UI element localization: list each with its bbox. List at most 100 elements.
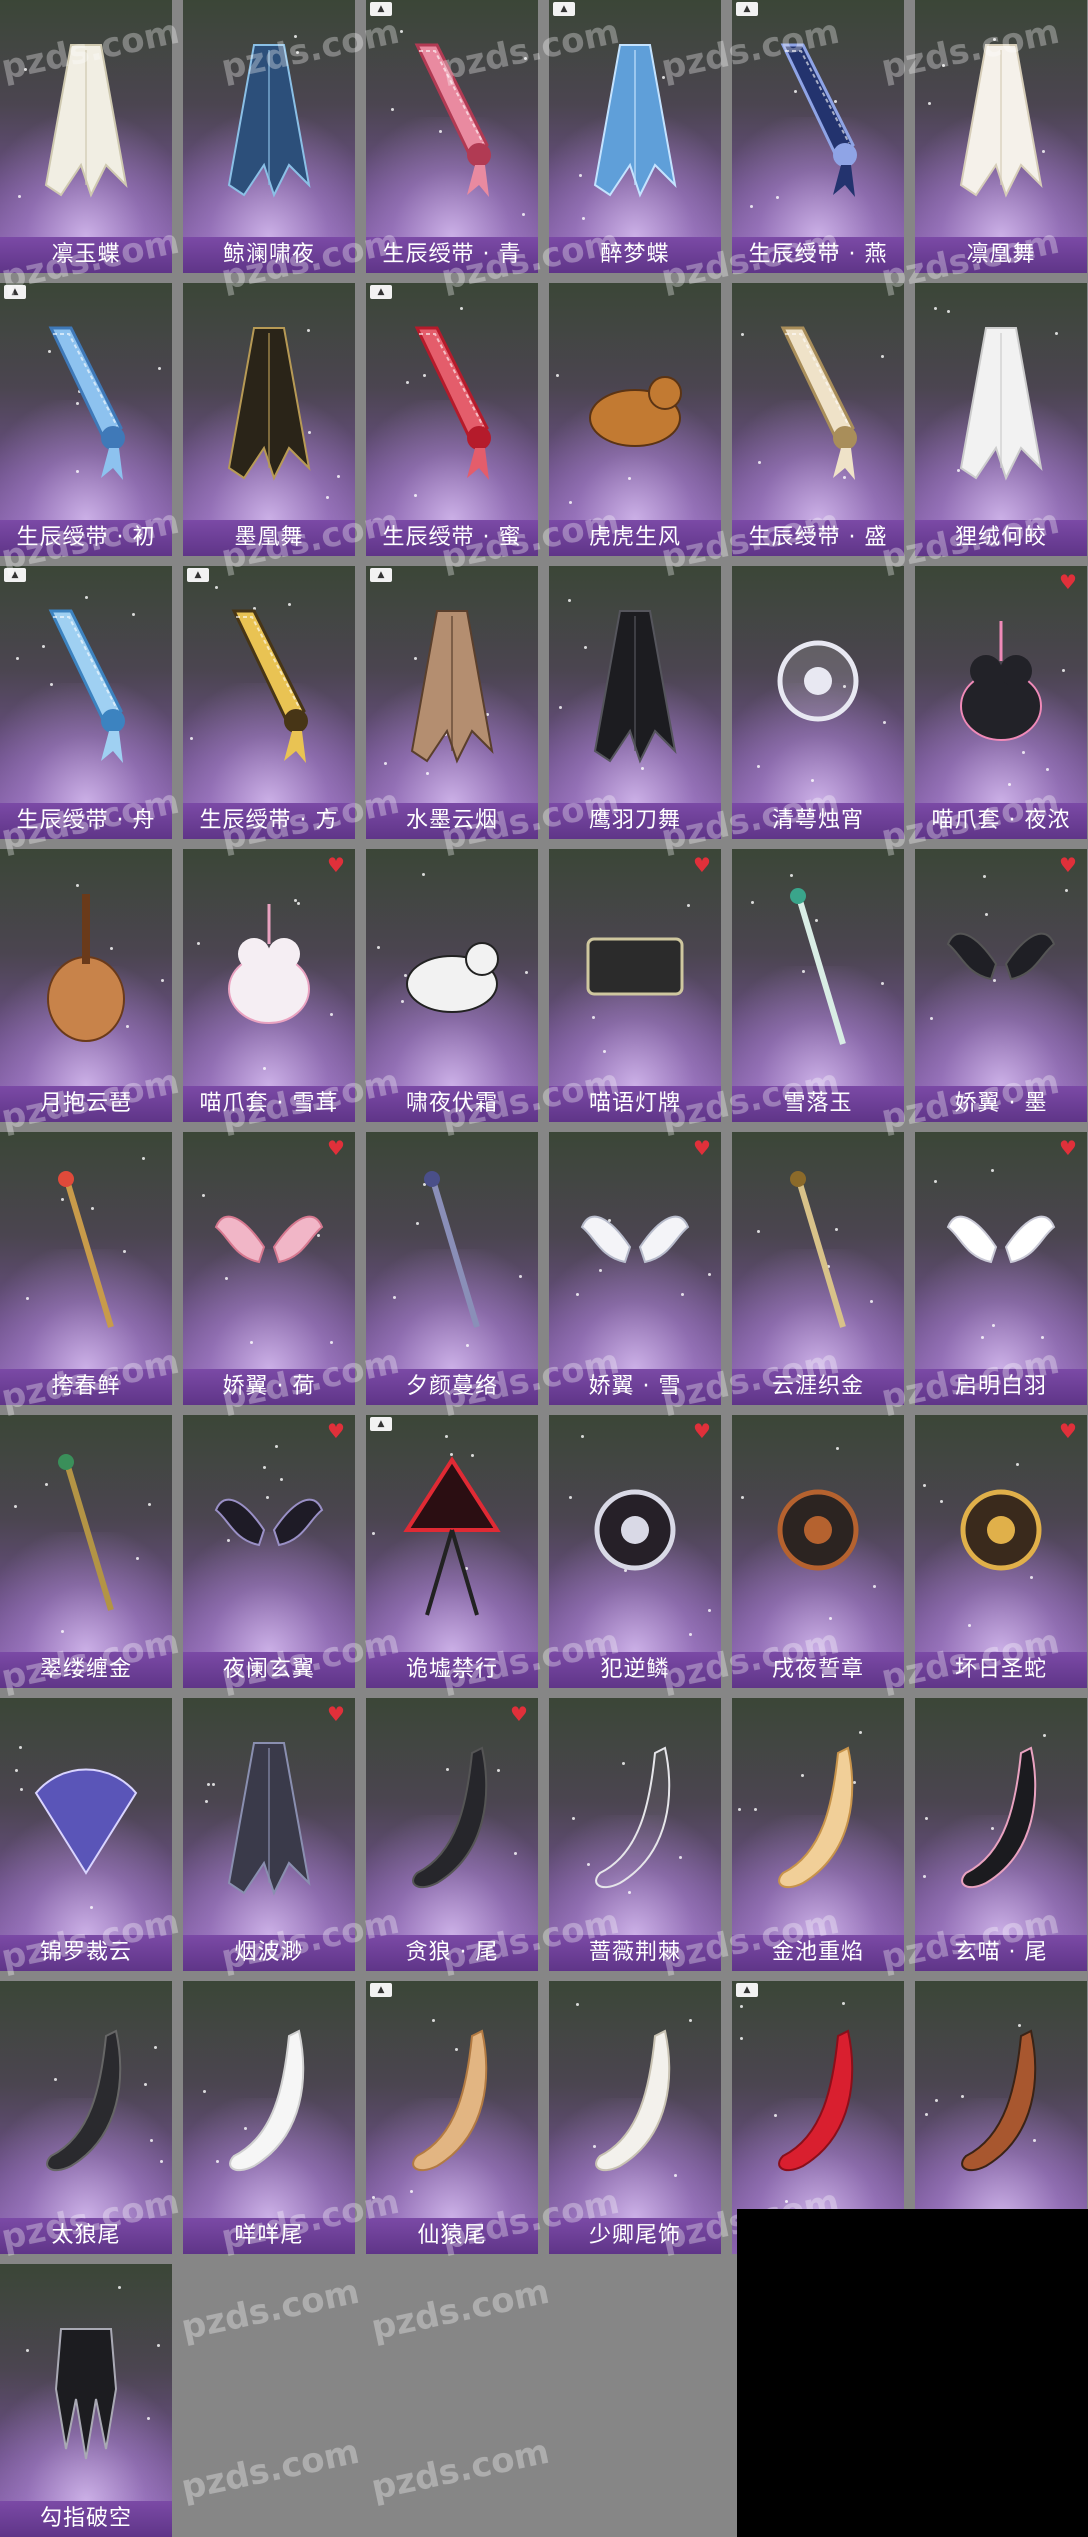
black-wolf-tail-icon	[397, 1733, 507, 1903]
item-card[interactable]: ♥ 娇翼 · 雪	[549, 1132, 721, 1405]
sparkle	[559, 706, 562, 709]
item-card[interactable]: 夕颜蔓络	[366, 1132, 538, 1405]
heart-icon[interactable]: ♥	[691, 1421, 713, 1441]
item-card[interactable]: 凛凰舞	[915, 0, 1087, 273]
black-feather-cape-icon	[580, 601, 690, 771]
item-card[interactable]: ♥ 烟波渺	[183, 1698, 355, 1971]
item-card[interactable]: 虎虎生风	[549, 283, 721, 556]
sparkle	[157, 2344, 160, 2347]
item-label: 勾指破空	[0, 2501, 172, 2537]
sparkle	[757, 765, 760, 768]
item-card[interactable]: ♥ 娇翼 · 墨	[915, 849, 1087, 1122]
item-card[interactable]: 咩咩尾	[183, 1981, 355, 2254]
purple-fan-icon	[31, 1733, 141, 1903]
sparkle	[372, 2196, 375, 2199]
item-card[interactable]: 清萼烛宵	[732, 566, 904, 839]
sparkle	[757, 1230, 760, 1233]
item-card[interactable]: ♥ 喵语灯牌	[549, 849, 721, 1122]
heart-icon[interactable]: ♥	[691, 1138, 713, 1158]
sparkle	[15, 1769, 18, 1772]
item-grid: 凛玉蝶 鲸澜啸夜 ▲ 生辰绶带 · 青 ▲ 醉梦蝶 ▲ 生辰绶带 · 燕 凛凰舞 ▲ 生…	[0, 0, 1088, 2537]
heart-icon[interactable]: ♥	[1057, 572, 1079, 592]
item-card[interactable]: ▲ 生辰绶带 · 初	[0, 283, 172, 556]
item-card[interactable]: ♥ 贪狼 · 尾	[366, 1698, 538, 1971]
item-card[interactable]: ▲ 生辰绶带 · 舟	[0, 566, 172, 839]
sparkle	[337, 475, 340, 478]
item-card[interactable]: ♥ 喵爪套 · 夜浓	[915, 566, 1087, 839]
item-card[interactable]: ▲ 生辰绶带 · 蜜	[366, 283, 538, 556]
heart-icon[interactable]: ♥	[325, 1138, 347, 1158]
sparkle	[158, 367, 161, 370]
item-label: 贪狼 · 尾	[366, 1935, 538, 1971]
item-card[interactable]: 墨凰舞	[183, 283, 355, 556]
item-card[interactable]: ♥ 夜阑玄翼	[183, 1415, 355, 1688]
sparkle	[741, 333, 744, 336]
sparkle	[190, 737, 193, 740]
sparkle	[1008, 783, 1011, 786]
item-card[interactable]: ♥ 犯逆鳞	[549, 1415, 721, 1688]
heart-icon[interactable]: ♥	[1057, 1138, 1079, 1158]
mushroom-pendant-icon	[31, 1167, 141, 1337]
heart-icon[interactable]: ♥	[508, 1704, 530, 1724]
item-card[interactable]: ♥ 喵爪套 · 雪茸	[183, 849, 355, 1122]
sparkle	[118, 2286, 121, 2289]
thorn-vine-tail-icon	[580, 1733, 690, 1903]
red-sash-icon	[397, 318, 507, 488]
item-card[interactable]: ▲ 水墨云烟	[366, 566, 538, 839]
item-card[interactable]: ▲ 诡墟禁行	[366, 1415, 538, 1688]
item-card[interactable]: 翠缕缠金	[0, 1415, 172, 1688]
item-card[interactable]: 凛玉蝶	[0, 0, 172, 273]
item-card[interactable]: ▲ 仙猿尾	[366, 1981, 538, 2254]
item-card[interactable]: ▲ 醉梦蝶	[549, 0, 721, 273]
item-card[interactable]: 锦罗裁云	[0, 1698, 172, 1971]
item-card[interactable]: 雪落玉	[732, 849, 904, 1122]
sparkle	[740, 2005, 743, 2008]
white-angel-wings-icon	[946, 1167, 1056, 1337]
item-card[interactable]: 金池重焰	[732, 1698, 904, 1971]
item-card[interactable]: 云涯织金	[732, 1132, 904, 1405]
item-card[interactable]: 鲸澜啸夜	[183, 0, 355, 273]
flower-vine-icon	[397, 1167, 507, 1337]
item-card[interactable]: ♥ 启明白羽	[915, 1132, 1087, 1405]
item-card[interactable]: 少卿尾饰	[549, 1981, 721, 2254]
golden-fox-tail-icon	[763, 1733, 873, 1903]
sparkle	[205, 1800, 208, 1803]
sparkle	[19, 1746, 22, 1749]
heart-icon[interactable]: ♥	[325, 1421, 347, 1441]
sparkle	[519, 1275, 522, 1278]
item-card[interactable]: 挎春鲜	[0, 1132, 172, 1405]
sparkle	[930, 1017, 933, 1020]
warning-sign-icon	[397, 1450, 507, 1620]
heart-icon[interactable]: ♥	[325, 855, 347, 875]
item-card[interactable]: 太狼尾	[0, 1981, 172, 2254]
item-card[interactable]: ▲ 生辰绶带 · 方	[183, 566, 355, 839]
item-card[interactable]: 戌夜誓章	[732, 1415, 904, 1688]
heart-icon[interactable]: ♥	[325, 1704, 347, 1724]
heart-icon[interactable]: ♥	[1057, 855, 1079, 875]
item-card[interactable]: 生辰绶带 · 盛	[732, 283, 904, 556]
item-label: 烟波渺	[183, 1935, 355, 1971]
item-card[interactable]: ♥ 娇翼 · 荷	[183, 1132, 355, 1405]
white-fur-cape-icon	[946, 318, 1056, 488]
sparkle	[160, 2160, 163, 2163]
item-card[interactable]: 鹰羽刀舞	[549, 566, 721, 839]
heart-icon[interactable]: ♥	[691, 855, 713, 875]
item-card[interactable]: 狸绒何皎	[915, 283, 1087, 556]
sparkle	[708, 1609, 711, 1612]
watermark-text: pzds.com	[367, 2271, 553, 2349]
item-card[interactable]: ♥ 坏日圣蛇	[915, 1415, 1087, 1688]
item-card[interactable]: ▲ 生辰绶带 · 青	[366, 0, 538, 273]
black-claw-icon	[31, 2299, 141, 2469]
sparkle	[400, 30, 403, 33]
pink-wings-icon	[214, 1167, 324, 1337]
item-card[interactable]: 月抱云琶	[0, 849, 172, 1122]
item-card[interactable]: 啸夜伏霜	[366, 849, 538, 1122]
item-card[interactable]: 蔷薇荆棘	[549, 1698, 721, 1971]
heart-icon[interactable]: ♥	[1057, 1421, 1079, 1441]
item-card[interactable]: ▲ 生辰绶带 · 燕	[732, 0, 904, 273]
new-badge-icon: ▲	[736, 2, 758, 16]
item-card[interactable]: 勾指破空	[0, 2264, 172, 2537]
item-card[interactable]: 玄喵 · 尾	[915, 1698, 1087, 1971]
sparkle	[207, 1783, 210, 1786]
sparkle	[275, 1445, 278, 1448]
